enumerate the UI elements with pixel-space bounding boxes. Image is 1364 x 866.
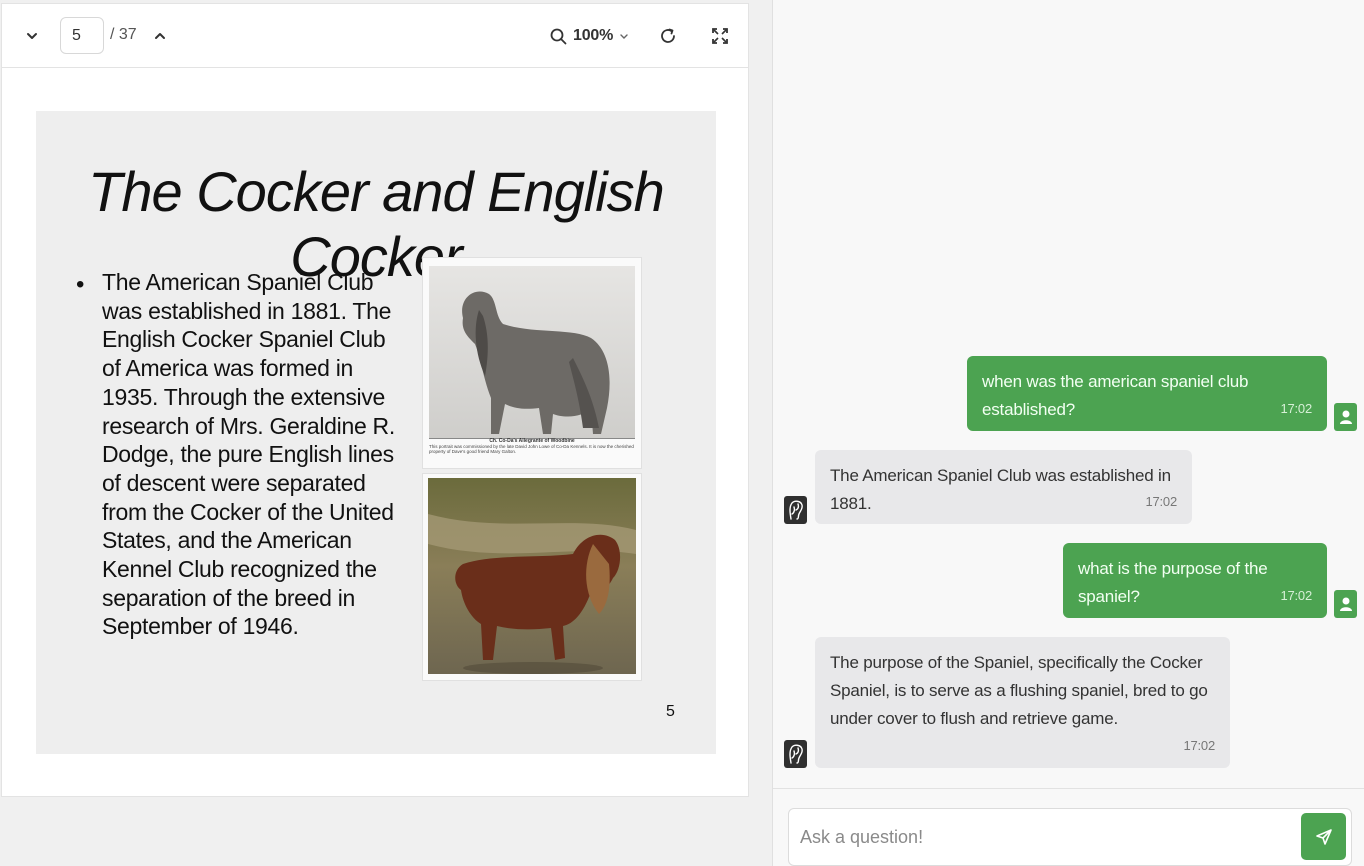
pdf-slide: The Cocker and English Cocker • The Amer… bbox=[36, 111, 716, 754]
chat-message-user: what is the purpose of the spaniel? 17:0… bbox=[1063, 543, 1327, 618]
refresh-button[interactable] bbox=[656, 24, 680, 48]
slide-page-number: 5 bbox=[666, 703, 675, 720]
message-text: The American Spaniel Club was establishe… bbox=[830, 466, 1171, 513]
zoom-level: 100% bbox=[573, 27, 614, 44]
user-avatar bbox=[1334, 590, 1357, 618]
bot-logo-icon bbox=[788, 500, 803, 520]
bot-logo-icon bbox=[788, 744, 803, 764]
page-number-input[interactable] bbox=[60, 17, 104, 54]
message-time: 17:02 bbox=[1280, 588, 1312, 603]
bot-avatar bbox=[784, 496, 807, 524]
message-time: 17:02 bbox=[1183, 738, 1215, 753]
bot-avatar bbox=[784, 740, 807, 768]
fullscreen-button[interactable] bbox=[708, 24, 732, 48]
user-icon bbox=[1339, 597, 1352, 611]
user-avatar bbox=[1334, 403, 1357, 431]
message-text: The purpose of the Spaniel, specifically… bbox=[830, 653, 1208, 728]
page-total: / 37 bbox=[110, 26, 137, 43]
chat-message-user: when was the american spaniel club estab… bbox=[967, 356, 1327, 431]
chat-panel: when was the american spaniel club estab… bbox=[772, 0, 1364, 866]
viewer-toolbar: / 37 100% bbox=[2, 4, 748, 68]
send-icon bbox=[1315, 828, 1332, 845]
message-text: what is the purpose of the spaniel? bbox=[1078, 559, 1268, 606]
message-text: when was the american spaniel club estab… bbox=[982, 372, 1249, 419]
next-page-button[interactable] bbox=[148, 24, 172, 48]
search-icon bbox=[550, 28, 567, 44]
chevron-up-icon bbox=[155, 33, 165, 39]
slide-body-text: The American Spaniel Club was establishe… bbox=[102, 269, 395, 640]
zoom-dropdown[interactable]: 100% bbox=[550, 22, 629, 50]
chevron-down-icon bbox=[27, 33, 37, 39]
user-icon bbox=[1339, 410, 1352, 424]
chat-message-bot: The purpose of the Spaniel, specifically… bbox=[815, 637, 1230, 768]
question-input[interactable] bbox=[788, 808, 1352, 866]
message-time: 17:02 bbox=[1280, 401, 1312, 416]
chat-message-bot: The American Spaniel Club was establishe… bbox=[815, 450, 1192, 524]
previous-page-button[interactable] bbox=[20, 24, 44, 48]
refresh-icon bbox=[661, 28, 675, 43]
dog-photo-brown bbox=[422, 473, 642, 681]
caret-down-icon bbox=[620, 34, 628, 39]
photo-caption-text: This portrait was commissioned by the la… bbox=[429, 444, 634, 454]
pdf-viewer: / 37 100% bbox=[1, 3, 749, 797]
message-time: 17:02 bbox=[1145, 494, 1177, 509]
fullscreen-icon bbox=[712, 28, 728, 44]
send-button[interactable] bbox=[1301, 813, 1346, 860]
brown-english-cocker-image bbox=[428, 478, 636, 674]
dog-photo-gray: Ch. Co-Da's Allegrante of Woodbine This … bbox=[422, 257, 642, 469]
chat-input-bar bbox=[773, 788, 1364, 866]
bullet-marker: • bbox=[76, 271, 85, 298]
